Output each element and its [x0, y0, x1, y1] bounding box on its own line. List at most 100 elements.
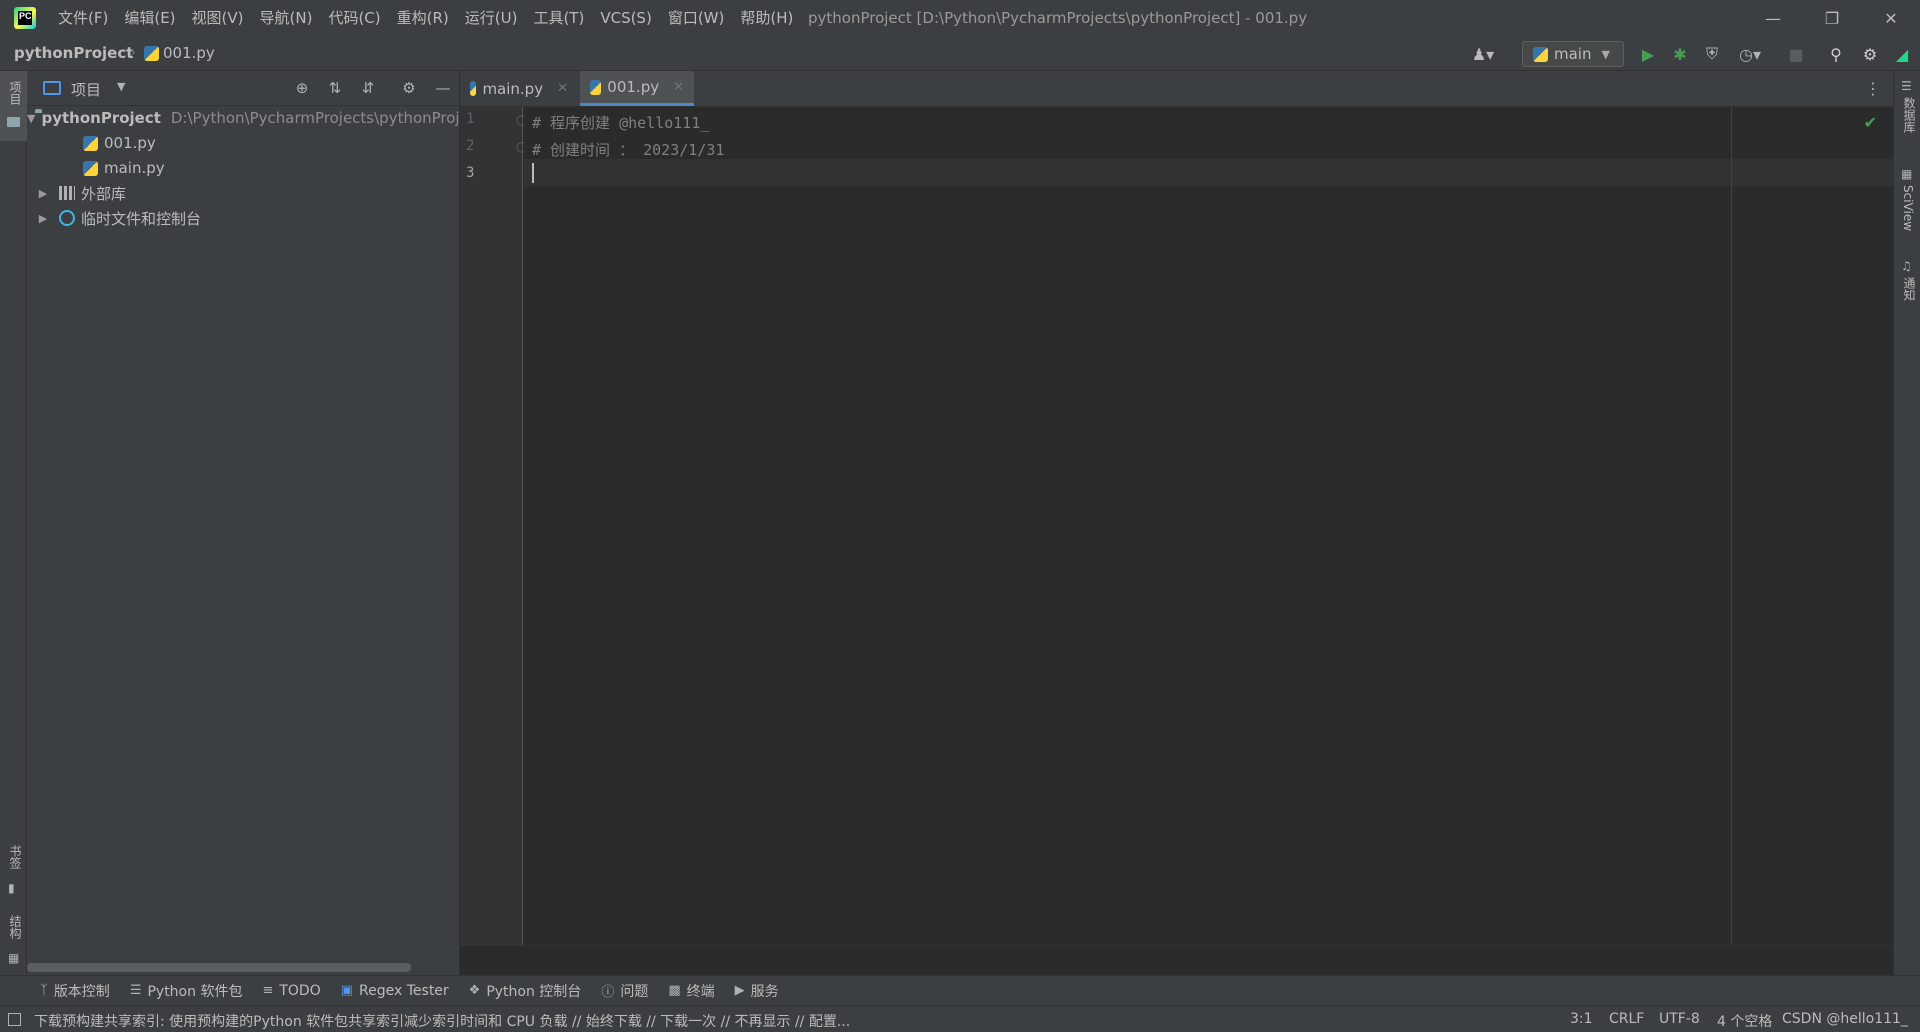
- account-icon[interactable]: ♟▾: [1466, 42, 1500, 66]
- restore-button[interactable]: ❐: [1803, 0, 1861, 36]
- menu-tools[interactable]: 工具(T): [525, 0, 592, 36]
- expand-all-icon[interactable]: ⇅: [324, 77, 346, 99]
- sciview-tool-button[interactable]: ▦ SciView: [1894, 165, 1920, 245]
- run-icon[interactable]: ▶: [1636, 42, 1660, 66]
- sciview-icon: ▦: [1901, 167, 1913, 181]
- menu-code[interactable]: 代码(C): [320, 0, 388, 36]
- editor-gutter: 1 2 3 ◯ ◯: [460, 107, 527, 945]
- line-number: 1: [466, 111, 475, 127]
- database-tool-label: 数据库: [1902, 97, 1916, 133]
- file-encoding[interactable]: UTF-8: [1659, 1011, 1700, 1027]
- menu-refactor[interactable]: 重构(R): [389, 0, 457, 36]
- breadcrumb-separator-icon: ›: [130, 43, 136, 61]
- python-file-icon: [470, 81, 477, 96]
- menu-run[interactable]: 运行(U): [457, 0, 526, 36]
- chevron-right-icon[interactable]: ▶: [37, 187, 49, 200]
- tool-regex-tester[interactable]: ▣ Regex Tester: [341, 983, 449, 999]
- tool-window-bar: ᛉ 版本控制 ☰ Python 软件包 ≡ TODO ▣ Regex Teste…: [0, 975, 1920, 1005]
- code-editor[interactable]: # 程序创建 @hello111_ # 创建时间 ： 2023/1/31 ✔: [524, 107, 1893, 945]
- code-line[interactable]: # 创建时间 ： 2023/1/31: [532, 139, 724, 160]
- close-icon: ✕: [1884, 8, 1898, 28]
- editor-bottom-area: [460, 945, 1893, 975]
- restore-icon: ❐: [1824, 8, 1840, 28]
- project-root-path: D:\Python\PycharmProjects\pythonProject: [170, 109, 460, 127]
- navigation-bar: pythonProject › 001.py ♟▾ main ▼ ▶ ✱ ⛨ ◷…: [0, 36, 1920, 71]
- caret-position[interactable]: 3:1: [1570, 1011, 1593, 1027]
- menu-edit[interactable]: 编辑(E): [116, 0, 183, 36]
- tree-item-scratches[interactable]: ▶ 临时文件和控制台: [27, 206, 460, 230]
- tool-python-packages[interactable]: ☰ Python 软件包: [130, 981, 243, 1001]
- structure-icon: ▦: [8, 951, 20, 965]
- chevron-down-icon[interactable]: ▼: [117, 80, 125, 93]
- collapse-all-icon[interactable]: ⇵: [357, 77, 379, 99]
- tab-main-py[interactable]: main.py ✕: [460, 71, 578, 106]
- menu-vcs[interactable]: VCS(S): [592, 0, 659, 36]
- line-separator[interactable]: CRLF: [1609, 1011, 1644, 1027]
- left-tool-strip: 项目 书签 ▮ 结构 ▦: [0, 71, 27, 1005]
- project-panel-title[interactable]: 项目: [71, 79, 101, 100]
- tree-item-file[interactable]: 001.py: [27, 131, 460, 155]
- menu-help[interactable]: 帮助(H): [732, 0, 801, 36]
- menu-window[interactable]: 窗口(W): [660, 0, 733, 36]
- search-icon[interactable]: ⚲: [1824, 42, 1848, 66]
- breadcrumb-file[interactable]: 001.py: [144, 44, 215, 62]
- python-console-icon: ❖: [468, 983, 481, 998]
- menu-view[interactable]: 视图(V): [184, 0, 252, 36]
- coverage-icon[interactable]: ⛨: [1700, 42, 1724, 66]
- list-icon: ≡: [262, 983, 274, 998]
- line-number: 3: [466, 165, 475, 181]
- run-configuration-dropdown[interactable]: main ▼: [1522, 41, 1624, 67]
- tree-item-external-libraries[interactable]: ▶ 外部库: [27, 181, 460, 205]
- minimize-button[interactable]: —: [1744, 0, 1802, 36]
- breadcrumb-project[interactable]: pythonProject: [14, 44, 133, 62]
- project-panel-header: 项目 ▼ ⊕ ⇅ ⇵ ⚙ —: [27, 71, 459, 106]
- tool-python-console[interactable]: ❖ Python 控制台: [469, 981, 582, 1001]
- tool-version-control[interactable]: ᛉ 版本控制: [40, 981, 110, 1001]
- jetbrains-toolbox-icon[interactable]: ◢: [1890, 42, 1914, 66]
- tool-terminal[interactable]: ▩ 终端: [668, 981, 714, 1001]
- tool-todo[interactable]: ≡ TODO: [262, 983, 320, 999]
- services-icon: ▶: [734, 983, 745, 998]
- database-tool-button[interactable]: ☰ 数据库: [1894, 77, 1920, 147]
- chevron-down-icon: ▼: [1601, 47, 1610, 61]
- toggle-tool-windows-icon[interactable]: [8, 1013, 21, 1026]
- inspection-ok-icon[interactable]: ✔: [1864, 113, 1877, 132]
- project-tool-button[interactable]: 项目: [0, 71, 27, 141]
- python-interpreter[interactable]: CSDN @hello111_: [1782, 1011, 1908, 1027]
- tool-label: 终端: [686, 983, 715, 1000]
- tab-001-py[interactable]: 001.py ✕: [580, 71, 694, 106]
- tree-item-project-root[interactable]: ▼ pythonProject D:\Python\PycharmProject…: [27, 106, 460, 130]
- tool-label: 问题: [620, 983, 649, 1000]
- project-tool-label: 项目: [8, 81, 22, 105]
- locate-icon[interactable]: ⊕: [291, 77, 313, 99]
- close-icon[interactable]: ✕: [673, 80, 684, 95]
- tool-problems[interactable]: ⓘ 问题: [601, 981, 648, 1001]
- window-title: pythonProject [D:\Python\PycharmProjects…: [808, 9, 1308, 27]
- close-window-button[interactable]: ✕: [1862, 0, 1920, 36]
- tool-services[interactable]: ▶ 服务: [735, 981, 779, 1001]
- indent-setting[interactable]: 4 个空格: [1717, 1011, 1772, 1031]
- hide-panel-icon[interactable]: —: [432, 77, 454, 99]
- menu-file[interactable]: 文件(F): [50, 0, 116, 36]
- tree-item-file[interactable]: main.py: [27, 156, 460, 180]
- project-horizontal-scrollbar[interactable]: [27, 963, 411, 972]
- status-message[interactable]: 下载预构建共享索引: 使用预构建的Python 软件包共享索引减少索引时间和 C…: [34, 1011, 850, 1031]
- gear-icon[interactable]: ⚙: [1858, 42, 1882, 66]
- more-options-icon[interactable]: ⋮: [1865, 79, 1881, 98]
- bookmarks-tool-button[interactable]: 书签 ▮: [0, 841, 27, 901]
- structure-tool-button[interactable]: 结构 ▦: [0, 911, 27, 971]
- chevron-down-icon[interactable]: ▼: [27, 112, 35, 125]
- close-icon[interactable]: ✕: [557, 81, 568, 96]
- chevron-right-icon[interactable]: ▶: [37, 212, 49, 225]
- menu-navigate[interactable]: 导航(N): [252, 0, 321, 36]
- tab-label: main.py: [482, 79, 544, 98]
- gear-icon[interactable]: ⚙: [398, 77, 420, 99]
- profile-icon[interactable]: ◷▾: [1732, 42, 1768, 66]
- code-line[interactable]: # 程序创建 @hello111_: [532, 112, 709, 133]
- pycharm-logo-icon[interactable]: PC: [14, 7, 36, 29]
- tree-file-label: 001.py: [104, 134, 156, 152]
- debug-icon[interactable]: ✱: [1668, 42, 1692, 66]
- scratches-icon: [59, 210, 75, 226]
- bookmark-icon: ▮: [8, 881, 15, 895]
- notifications-tool-button[interactable]: ♫ 通知: [1894, 257, 1920, 317]
